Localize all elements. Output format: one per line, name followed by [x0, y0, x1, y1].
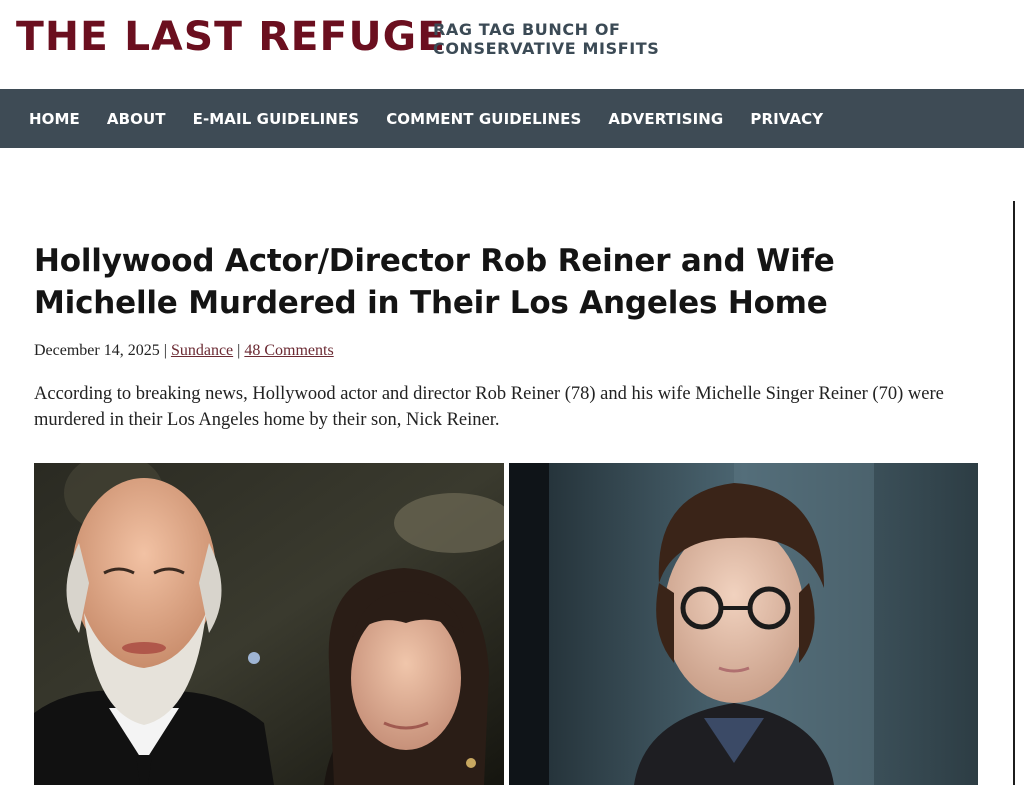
nav-comment-guidelines[interactable]: COMMENT GUIDELINES — [386, 110, 581, 128]
nav-about[interactable]: ABOUT — [107, 110, 166, 128]
site-header: THE LAST REFUGE RAG TAG BUNCH OF CONSERV… — [0, 0, 1024, 89]
site-logo-title[interactable]: THE LAST REFUGE — [16, 17, 446, 57]
author-link[interactable]: Sundance — [171, 342, 233, 359]
article-lead-paragraph: According to breaking news, Hollywood ac… — [34, 384, 944, 430]
site-tagline: RAG TAG BUNCH OF CONSERVATIVE MISFITS — [433, 20, 659, 58]
main-navigation: HOME ABOUT E-MAIL GUIDELINES COMMENT GUI… — [0, 89, 1024, 148]
article-featured-image — [34, 463, 978, 785]
nav-home[interactable]: HOME — [29, 110, 80, 128]
article: Hollywood Actor/Director Rob Reiner and … — [34, 240, 994, 433]
nav-advertising[interactable]: ADVERTISING — [608, 110, 723, 128]
nav-email-guidelines[interactable]: E-MAIL GUIDELINES — [193, 110, 360, 128]
tagline-line-2: CONSERVATIVE MISFITS — [433, 39, 660, 58]
nav-privacy[interactable]: PRIVACY — [750, 110, 823, 128]
post-date: December 14, 2025 — [34, 342, 160, 359]
meta-separator: | — [237, 342, 241, 359]
article-title[interactable]: Hollywood Actor/Director Rob Reiner and … — [34, 240, 974, 324]
sidebar-divider — [1013, 201, 1015, 785]
meta-separator: | — [163, 342, 167, 359]
featured-image-graphic — [34, 463, 978, 785]
comments-link[interactable]: 48 Comments — [244, 342, 333, 359]
tagline-line-1: RAG TAG BUNCH OF — [433, 20, 621, 39]
article-meta: December 14, 2025 | Sundance | 48 Comments — [34, 342, 994, 360]
